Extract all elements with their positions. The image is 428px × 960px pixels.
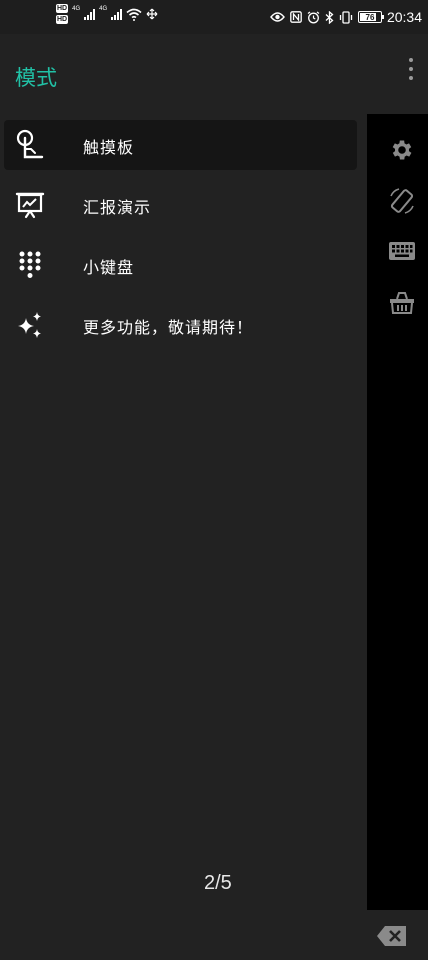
menu-item-label: 更多功能，敬请期待！ <box>83 318 254 337</box>
drawer-title: 模式 <box>15 66 57 90</box>
mode-menu: 触摸板 汇报演示 小键盘 更多功能，敬请期待！ <box>4 120 357 360</box>
menu-item-more-features[interactable]: 更多功能，敬请期待！ <box>4 300 357 350</box>
signal-icon <box>84 8 96 20</box>
page-indicator: 2/5 <box>204 872 232 894</box>
screen-rotation-icon[interactable] <box>386 185 418 217</box>
basket-icon[interactable] <box>386 286 418 318</box>
alarm-icon <box>307 10 320 23</box>
touchpad-icon <box>14 129 46 161</box>
status-left: HD HD 4G 4G <box>56 4 158 24</box>
data-transfer-icon <box>146 8 158 20</box>
sparkles-icon <box>14 309 46 341</box>
backspace-icon[interactable] <box>376 920 408 952</box>
keypad-icon <box>14 249 46 281</box>
menu-item-presentation[interactable]: 汇报演示 <box>4 180 357 230</box>
presentation-icon <box>14 189 46 221</box>
bluetooth-icon <box>325 10 334 24</box>
menu-item-keypad[interactable]: 小键盘 <box>4 240 357 290</box>
menu-item-label: 触摸板 <box>83 138 135 157</box>
keyboard-icon[interactable] <box>386 235 418 267</box>
eye-icon <box>270 12 285 22</box>
menu-item-touchpad[interactable]: 触摸板 <box>4 120 357 170</box>
status-right: 76 20:34 <box>270 8 422 26</box>
nfc-icon <box>290 11 302 23</box>
menu-item-label: 汇报演示 <box>83 198 152 217</box>
navigation-drawer: 模式 触摸板 汇报演示 小键盘 更多功能，敬请期待！ 2/5 <box>0 34 367 960</box>
hd-badge: HD <box>56 15 69 24</box>
settings-icon[interactable] <box>386 134 418 166</box>
right-toolbar <box>367 34 428 114</box>
menu-item-label: 小键盘 <box>83 258 135 277</box>
hd-badge: HD <box>56 4 69 13</box>
status-bar: HD HD 4G 4G 76 20:34 <box>0 0 428 34</box>
battery-indicator: 76 <box>357 11 384 23</box>
signal-icon <box>111 8 123 20</box>
network-type-label: 4G <box>72 6 81 12</box>
wifi-icon <box>126 8 142 21</box>
vibrate-icon <box>339 10 353 24</box>
network-type-label: 4G <box>99 6 108 12</box>
more-vert-icon[interactable] <box>408 58 414 80</box>
status-time: 20:34 <box>386 9 422 25</box>
